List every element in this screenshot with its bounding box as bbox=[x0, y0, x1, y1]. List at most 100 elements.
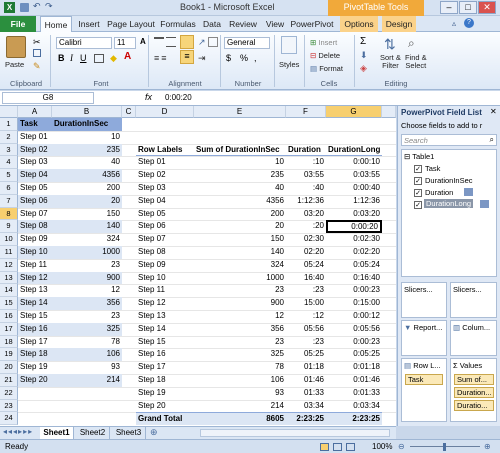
pivot-sum-cell[interactable]: 150 bbox=[194, 233, 286, 246]
maximize-icon[interactable]: □ bbox=[459, 1, 477, 14]
pivot-duration-cell[interactable]: :20 bbox=[286, 220, 326, 233]
pivot-row-label[interactable]: Step 19 bbox=[136, 387, 194, 400]
table-cell-seconds[interactable]: 150 bbox=[52, 208, 122, 221]
worksheet-grid[interactable]: A B C D E F G 1 2 3 4 5 6 7 8 9 10 11 12 13 14 15 16 17 1… bbox=[0, 106, 396, 426]
pivot-header-duration-long[interactable]: DurationLong bbox=[326, 144, 382, 157]
col-header[interactable]: A bbox=[18, 106, 52, 118]
pivot-duration-long-cell[interactable]: 0:00:23 bbox=[326, 336, 382, 349]
pivot-row-label[interactable]: Step 07 bbox=[136, 233, 194, 246]
redo-icon[interactable]: ↷ bbox=[45, 1, 53, 12]
table-cell-seconds[interactable]: 200 bbox=[52, 182, 122, 195]
pivot-sum-cell[interactable]: 324 bbox=[194, 259, 286, 272]
pivot-sum-cell[interactable]: 900 bbox=[194, 297, 286, 310]
table-cell-task[interactable]: Step 14 bbox=[18, 297, 52, 310]
pivot-duration-cell[interactable]: 03:55 bbox=[286, 169, 326, 182]
orientation-icon[interactable]: ↗ bbox=[198, 37, 206, 48]
pivot-sum-cell[interactable]: 356 bbox=[194, 323, 286, 336]
align-bottom-icon[interactable] bbox=[180, 35, 194, 49]
paste-icon[interactable] bbox=[6, 36, 26, 58]
table-cell-task[interactable]: Step 19 bbox=[18, 361, 52, 374]
pivot-duration-long-cell[interactable]: 0:00:10 bbox=[326, 156, 382, 169]
pivot-duration-long-cell[interactable]: 0:03:20 bbox=[326, 208, 382, 221]
table-cell-task[interactable]: Step 11 bbox=[18, 259, 52, 272]
align-middle-icon[interactable] bbox=[166, 37, 176, 47]
table-cell-seconds[interactable]: 20 bbox=[52, 194, 122, 208]
undo-icon[interactable]: ↶ bbox=[33, 1, 41, 12]
paste-button[interactable]: Paste bbox=[5, 60, 24, 69]
zoom-in-icon[interactable]: ⊕ bbox=[484, 442, 491, 451]
pivot-duration-cell[interactable]: 02:20 bbox=[286, 246, 326, 259]
field-checkbox[interactable]: ✓ bbox=[414, 201, 422, 209]
pivot-header-row-labels[interactable]: Row Labels bbox=[136, 144, 194, 157]
pivot-row-label[interactable]: Step 11 bbox=[136, 284, 194, 297]
pivot-duration-cell[interactable]: 03:20 bbox=[286, 208, 326, 221]
table-cell-seconds[interactable]: 140 bbox=[52, 220, 122, 234]
pivot-sum-cell[interactable]: 20 bbox=[194, 220, 286, 233]
row-header[interactable]: 16 bbox=[0, 310, 18, 323]
text-align-icons[interactable]: ≡≡ bbox=[154, 53, 169, 63]
italic-icon[interactable]: I bbox=[70, 53, 73, 63]
bold-icon[interactable]: B bbox=[58, 53, 65, 63]
pivot-row-label[interactable]: Step 04 bbox=[136, 195, 194, 208]
row-header[interactable]: 14 bbox=[0, 284, 18, 298]
tab-file[interactable]: File bbox=[0, 16, 36, 32]
grand-total-duration[interactable]: 2:23:25 bbox=[286, 412, 326, 426]
pivot-sum-cell[interactable]: 140 bbox=[194, 246, 286, 259]
page-layout-view-icon[interactable] bbox=[333, 443, 342, 451]
column-labels-area[interactable]: ▥ Colum... bbox=[450, 320, 497, 356]
pivot-sum-cell[interactable]: 23 bbox=[194, 284, 286, 297]
borders-icon[interactable] bbox=[94, 54, 104, 63]
pivot-duration-long-cell[interactable]: 0:15:00 bbox=[326, 297, 382, 310]
format-cells-button[interactable]: ▤ Format bbox=[310, 64, 343, 73]
active-cell[interactable]: 0:00:20 bbox=[326, 220, 382, 234]
pivot-duration-cell[interactable]: :23 bbox=[286, 336, 326, 349]
insert-function-icon[interactable]: fx bbox=[145, 92, 152, 102]
pivot-row-label[interactable]: Step 13 bbox=[136, 310, 194, 323]
pivot-sum-cell[interactable]: 1000 bbox=[194, 272, 286, 285]
pivot-sum-cell[interactable]: 78 bbox=[194, 361, 286, 374]
grow-font-icon[interactable]: A bbox=[140, 37, 146, 46]
pivot-duration-long-cell[interactable]: 0:00:23 bbox=[326, 284, 382, 297]
table-cell-seconds[interactable]: 356 bbox=[52, 297, 122, 310]
pivot-duration-cell[interactable]: 1:12:36 bbox=[286, 195, 326, 208]
pivot-sum-cell[interactable]: 40 bbox=[194, 182, 286, 195]
pivot-sum-cell[interactable]: 4356 bbox=[194, 195, 286, 208]
row-header[interactable]: 13 bbox=[0, 271, 18, 285]
pivot-sum-cell[interactable]: 93 bbox=[194, 387, 286, 400]
pivot-row-label[interactable]: Step 06 bbox=[136, 220, 194, 233]
cut-icon[interactable]: ✂ bbox=[33, 37, 41, 48]
pivot-duration-long-cell[interactable]: 0:00:40 bbox=[326, 182, 382, 195]
table-cell-seconds[interactable]: 900 bbox=[52, 271, 122, 285]
pivot-sum-cell[interactable]: 12 bbox=[194, 310, 286, 323]
table-cell-task[interactable]: Step 15 bbox=[18, 310, 52, 323]
styles-button[interactable]: Styles bbox=[279, 60, 299, 69]
row-header[interactable]: 18 bbox=[0, 335, 18, 349]
tab-review[interactable]: Review bbox=[226, 16, 260, 32]
table-cell-task[interactable]: Step 18 bbox=[18, 348, 52, 362]
tab-home[interactable]: Home bbox=[40, 16, 72, 32]
table-cell-seconds[interactable]: 40 bbox=[52, 156, 122, 169]
pivot-duration-cell[interactable]: :40 bbox=[286, 182, 326, 195]
fill-icon[interactable]: ⬇ bbox=[360, 50, 368, 61]
pivot-duration-long-cell[interactable]: 0:01:46 bbox=[326, 374, 382, 387]
tab-powerpivot[interactable]: PowerPivot bbox=[290, 16, 334, 32]
pivot-duration-cell[interactable]: :12 bbox=[286, 310, 326, 323]
row-header[interactable]: 21 bbox=[0, 374, 18, 387]
table-header-task[interactable]: Task bbox=[18, 118, 52, 131]
row-header[interactable]: 23 bbox=[0, 399, 18, 413]
pivot-duration-long-cell[interactable]: 0:03:55 bbox=[326, 169, 382, 182]
pivot-row-label[interactable]: Step 03 bbox=[136, 182, 194, 195]
values-area[interactable]: Σ Values Sum of... Duration... Duratio..… bbox=[450, 358, 497, 422]
font-size-select[interactable]: 11 bbox=[114, 37, 136, 49]
pivot-duration-long-cell[interactable]: 0:05:56 bbox=[326, 323, 382, 336]
pivot-row-label[interactable]: Step 12 bbox=[136, 297, 194, 310]
currency-icon[interactable]: $ bbox=[226, 53, 231, 63]
align-top-icon[interactable] bbox=[154, 37, 164, 47]
tab-design[interactable]: Design bbox=[382, 16, 416, 32]
report-filter-area[interactable]: ▼ Report... bbox=[401, 320, 447, 356]
zoom-level[interactable]: 100% bbox=[372, 442, 392, 451]
row-header[interactable]: 20 bbox=[0, 361, 18, 374]
table-cell-task[interactable]: Step 13 bbox=[18, 284, 52, 297]
sheet-tab[interactable]: Sheet3 bbox=[112, 427, 146, 439]
font-name-select[interactable]: Calibri bbox=[56, 37, 112, 49]
